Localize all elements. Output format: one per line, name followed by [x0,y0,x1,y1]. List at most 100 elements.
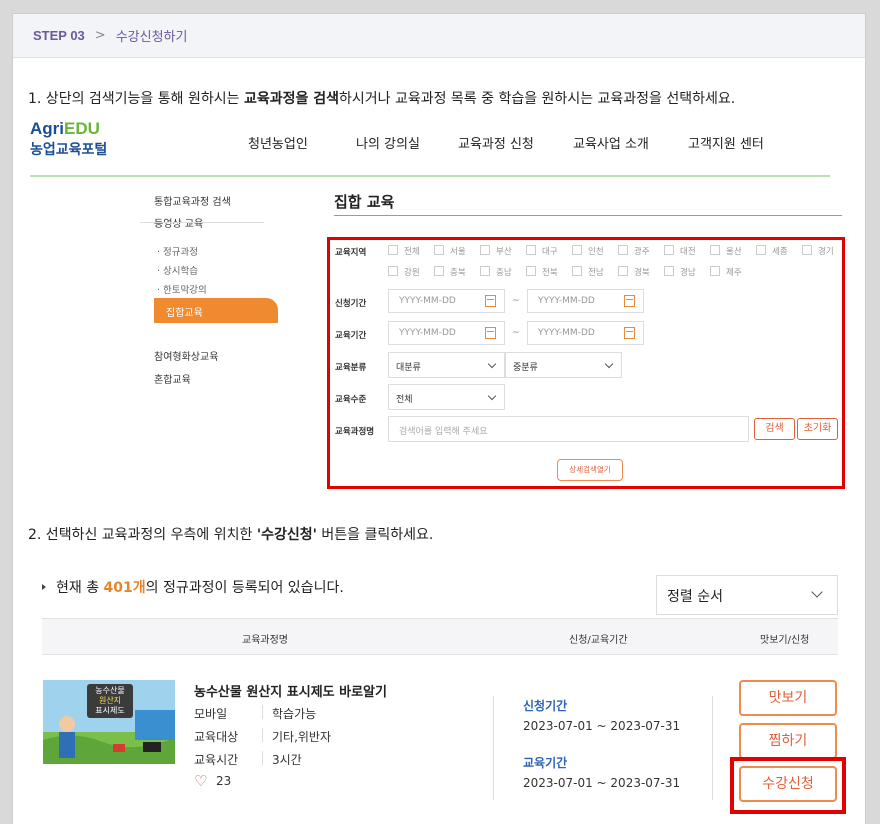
course-thumbnail[interactable]: 농수산물 원산지 표시제도 [43,680,175,764]
checkbox-square[interactable] [434,266,444,276]
region-checkbox[interactable]: 충북 [434,266,466,278]
region-checkbox[interactable]: 인천 [572,245,604,257]
checkbox-square[interactable] [480,245,490,255]
course-title[interactable]: 농수산물 원산지 표시제도 바로알기 [194,681,387,700]
step-title: 수강신청하기 [115,30,188,45]
checkbox-square[interactable] [710,245,720,255]
calendar-icon[interactable] [624,327,635,339]
checkbox-square[interactable] [388,245,398,255]
reset-button[interactable]: 초기화 [797,418,838,440]
nav-divider [30,175,830,177]
nav-course-application[interactable]: 교육과정 신청 [458,133,534,152]
checkbox-square[interactable] [618,245,628,255]
region-checkbox[interactable]: 세종 [756,245,788,257]
region-checkbox[interactable]: 전남 [572,266,604,278]
course-name-label: 교육과정명 [335,427,375,437]
detail-search-button[interactable]: 상세검색열기 [557,459,623,481]
checkbox-square[interactable] [664,245,674,255]
apply-period-label: 신청기간 [335,299,367,309]
checkbox-square[interactable] [618,266,628,276]
region-checkbox[interactable]: 경북 [618,266,650,278]
logo-agri: Agri [30,119,64,138]
region-checkbox[interactable]: 울산 [710,245,742,257]
header-period: 신청/교육기간 [569,635,628,646]
region-checkbox[interactable]: 서울 [434,245,466,257]
leftnav-short[interactable]: · 한토막강의 [157,282,207,296]
checkbox-square[interactable] [388,266,398,276]
sort-value: 정렬 순서 [667,589,723,605]
tilde: ~ [512,296,520,306]
wishlist-button[interactable]: 찜하기 [739,723,837,759]
meta-divider [262,728,263,742]
region-checkbox[interactable]: 전북 [526,266,558,278]
region-checkbox[interactable]: 경기 [802,245,834,257]
section-underline [334,215,842,216]
checkbox-square[interactable] [756,245,766,255]
apply-start-date-input[interactable]: YYYY-MM-DD [388,289,505,313]
region-checkbox[interactable]: 대전 [664,245,696,257]
region-checkbox[interactable]: 대구 [526,245,558,257]
region-checkbox[interactable]: 경남 [664,266,696,278]
apply-end-date-input[interactable]: YYYY-MM-DD [527,289,644,313]
region-checkbox[interactable]: 전체 [388,245,420,257]
edu-start-date-input[interactable]: YYYY-MM-DD [388,321,505,345]
nav-youth-farmer[interactable]: 청년농업인 [248,133,308,152]
checkbox-square[interactable] [434,245,444,255]
checkbox-square[interactable] [572,266,582,276]
category-minor-select[interactable]: 중분류 [505,352,622,378]
instruction-2-suffix: 버튼을 클릭하세요. [316,527,434,543]
nav-program-intro[interactable]: 교육사업 소개 [573,133,649,152]
leftnav-integrated-search[interactable]: 통합교육과정 검색 [154,193,231,208]
category-major-value: 대분류 [396,363,421,373]
calendar-icon[interactable] [624,295,635,307]
checkbox-square[interactable] [526,245,536,255]
device-value: 학습가능 [272,707,317,721]
apply-period-title: 신청기간 [523,699,568,713]
category-label: 교육분류 [335,363,367,373]
leftnav-divider [140,222,264,223]
leftnav-video-participation[interactable]: 참여형화상교육 [154,348,218,363]
preview-button[interactable]: 맛보기 [739,680,837,716]
checkbox-square[interactable] [802,245,812,255]
leftnav-regular[interactable]: · 정규과정 [157,244,198,258]
header-actions: 맛보기/신청 [760,635,810,646]
tilde: ~ [512,328,520,338]
search-button[interactable]: 검색 [754,418,795,440]
region-checkbox[interactable]: 제주 [710,266,742,278]
count-suffix: 의 정규과정이 등록되어 있습니다. [145,580,344,596]
nav-customer-center[interactable]: 고객지원 센터 [688,133,764,152]
region-checkbox[interactable]: 광주 [618,245,650,257]
checkbox-square[interactable] [572,245,582,255]
checkbox-square[interactable] [664,266,674,276]
instruction-2-bold: '수강신청' [256,527,317,543]
edu-period-dates: 2023-07-01 ~ 2023-07-31 [523,776,681,790]
checkbox-square[interactable] [526,266,536,276]
edu-period-title: 교육기간 [523,756,568,770]
checkbox-square[interactable] [710,266,720,276]
sort-select[interactable]: 정렬 순서 [656,575,838,615]
device-label: 모바일 [194,707,228,721]
heart-icon[interactable]: ♡ [194,772,207,790]
site-logo[interactable]: AgriEDU [30,119,100,139]
level-label: 교육수준 [335,395,367,405]
calendar-icon[interactable] [485,295,496,307]
chevron-right-icon: > [94,28,106,43]
nav-my-classroom[interactable]: 나의 강의실 [356,133,420,152]
instruction-2-prefix: 2. 선택하신 교육과정의 우측에 위치한 [28,527,257,543]
date-placeholder: YYYY-MM-DD [538,296,595,306]
category-major-select[interactable]: 대분류 [388,352,505,378]
leftnav-always[interactable]: · 상시학습 [157,263,198,277]
course-name-search-input[interactable]: 검색어를 입력해 주세요 [388,416,749,442]
level-select[interactable]: 전체 [388,384,505,410]
course-count: 현재 총 401개의 정규과정이 등록되어 있습니다. [42,577,344,597]
leftnav-blended[interactable]: 혼합교육 [154,371,191,386]
leftnav-group-edu-active[interactable]: 집합교육 [154,298,278,323]
checkbox-square[interactable] [480,266,490,276]
region-checkbox[interactable]: 충남 [480,266,512,278]
level-value: 전체 [396,395,413,405]
region-checkbox[interactable]: 부산 [480,245,512,257]
edu-end-date-input[interactable]: YYYY-MM-DD [527,321,644,345]
calendar-icon[interactable] [485,327,496,339]
region-checkbox[interactable]: 강원 [388,266,420,278]
section-title: 집합 교육 [334,193,395,211]
